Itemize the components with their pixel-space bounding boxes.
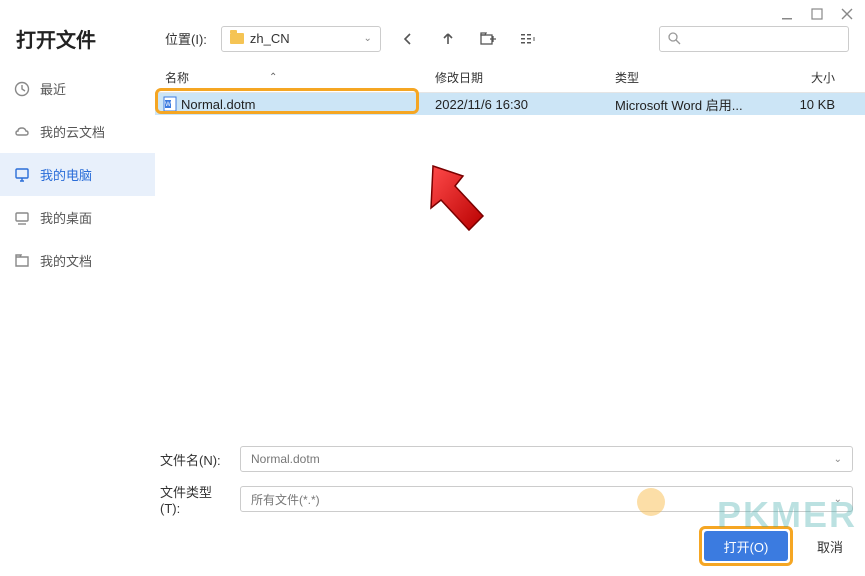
file-size: 10 KB [775,97,845,112]
search-icon [668,32,681,45]
sidebar-item-label: 我的电脑 [40,165,92,184]
header: 打开文件 位置(I): zh_CN ⌄ [0,0,865,63]
column-name[interactable]: 名称 ⌃ [155,69,435,86]
sidebar: 最近 我的云文档 我的电脑 我的桌面 我的文档 [0,63,155,519]
file-row[interactable]: W Normal.dotm 2022/11/6 16:30 Microsoft … [155,93,865,115]
location-select[interactable]: zh_CN ⌄ [221,26,381,52]
view-options-button[interactable] [515,26,541,52]
window-controls [781,8,853,20]
file-type: Microsoft Word 启用... [615,95,775,114]
open-button[interactable]: 打开(O) [704,531,788,561]
sidebar-item-documents[interactable]: 我的文档 [0,239,155,282]
folder-icon [230,33,244,44]
filename-label: 文件名(N): [160,450,230,469]
monitor-icon [14,167,30,183]
back-button[interactable] [395,26,421,52]
column-size[interactable]: 大小 [775,69,845,86]
filename-input[interactable]: Normal.dotm ⌄ [240,446,853,472]
column-type[interactable]: 类型 [615,69,775,86]
minimize-icon[interactable] [781,8,793,20]
sidebar-item-label: 我的桌面 [40,208,92,227]
column-headers: 名称 ⌃ 修改日期 类型 大小 [155,63,865,93]
up-button[interactable] [435,26,461,52]
sidebar-item-label: 我的文档 [40,251,92,270]
chevron-down-icon: ⌄ [364,33,372,44]
chevron-down-icon: ⌄ [834,454,842,465]
sidebar-item-computer[interactable]: 我的电脑 [0,153,155,196]
sidebar-item-label: 最近 [40,79,66,98]
desktop-icon [14,210,30,226]
dialog-title: 打开文件 [16,24,151,53]
filetype-select[interactable]: 所有文件(*.*) ⌄ [240,486,853,512]
clock-icon [14,81,30,97]
location-label: 位置(I): [165,29,207,48]
new-folder-button[interactable] [475,26,501,52]
footer: 文件名(N): Normal.dotm ⌄ 文件类型(T): 所有文件(*.*)… [160,446,853,566]
search-input[interactable] [659,26,849,52]
maximize-icon[interactable] [811,8,823,20]
watermark-dot [637,488,665,516]
cloud-icon [14,124,30,140]
sort-caret-icon: ⌃ [269,72,277,83]
file-name: Normal.dotm [181,97,435,112]
filetype-label: 文件类型(T): [160,482,230,516]
cancel-button[interactable]: 取消 [807,537,853,556]
location-value: zh_CN [250,31,290,46]
sidebar-item-label: 我的云文档 [40,122,105,141]
sidebar-item-recent[interactable]: 最近 [0,67,155,110]
close-icon[interactable] [841,8,853,20]
svg-text:W: W [165,102,171,108]
annotation-highlight-open: 打开(O) [699,526,793,566]
column-date[interactable]: 修改日期 [435,69,615,86]
word-file-icon: W [163,96,177,112]
sidebar-item-desktop[interactable]: 我的桌面 [0,196,155,239]
folder-icon [14,253,30,269]
file-date: 2022/11/6 16:30 [435,97,615,112]
annotation-arrow [425,158,495,248]
chevron-down-icon: ⌄ [834,494,842,505]
sidebar-item-cloud[interactable]: 我的云文档 [0,110,155,153]
